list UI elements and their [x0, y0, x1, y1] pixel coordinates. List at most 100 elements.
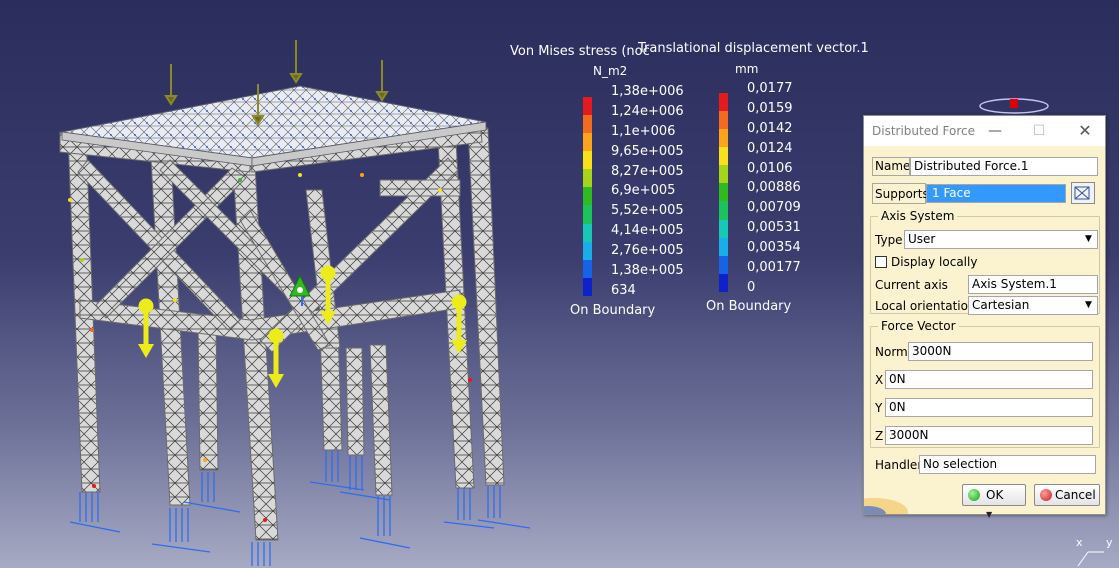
- displacement-color-scale: [719, 93, 728, 292]
- von-mises-legend-value: 1,1e+006: [611, 123, 676, 139]
- von-mises-color-segment: [583, 205, 592, 224]
- displacement-color-segment: [719, 201, 728, 220]
- von-mises-boundary-label: On Boundary: [570, 303, 656, 318]
- von-mises-legend-value: 8,27e+005: [611, 163, 684, 179]
- displacement-legend-value: 0,00354: [747, 240, 801, 256]
- displacement-legend-value: 0,0106: [747, 160, 793, 176]
- cancel-icon: [1040, 489, 1052, 501]
- von-mises-color-segment: [583, 259, 592, 278]
- current-axis-label: Current axis: [875, 278, 948, 292]
- von-mises-legend-value: 634: [611, 282, 636, 298]
- minimize-icon[interactable]: —: [982, 120, 1008, 142]
- von-mises-color-segment: [583, 277, 592, 296]
- displacement-legend-value: 0,00531: [747, 220, 801, 236]
- y-field[interactable]: 0N: [885, 398, 1093, 417]
- y-label: Y: [875, 401, 883, 415]
- supports-label-box: Supports: [872, 183, 929, 204]
- dialog-title: Distributed Force: [872, 124, 976, 138]
- von-mises-legend-value: 1,38e+005: [611, 263, 684, 279]
- displacement-legend-value: 0,00709: [747, 200, 801, 216]
- von-mises-color-segment: [583, 151, 592, 170]
- von-mises-legend-value: 2,76e+005: [611, 243, 684, 259]
- type-dropdown[interactable]: User ▼: [904, 230, 1098, 249]
- displacement-legend-title: Translational displacement vector.1: [638, 41, 869, 56]
- local-orientation-label: Local orientation: [875, 299, 976, 313]
- displacement-legend-values: 0,0177 0,0159 0,0142 0,0124 0,0106 0,00886 0,0…: [747, 79, 801, 298]
- ok-button[interactable]: OK: [962, 484, 1026, 506]
- type-label: Type: [875, 233, 903, 247]
- chevron-down-icon: ▼: [1085, 300, 1092, 310]
- z-label: Z: [875, 429, 884, 443]
- axis-system-group-title: Axis System: [878, 209, 958, 223]
- von-mises-legend-value: 1,38e+006: [611, 84, 684, 99]
- displacement-color-segment: [719, 111, 728, 130]
- chevron-down-icon: ▼: [1085, 234, 1092, 244]
- x-field[interactable]: 0N: [885, 370, 1093, 389]
- von-mises-color-segment: [583, 133, 592, 152]
- cancel-button[interactable]: Cancel: [1034, 484, 1100, 506]
- face-selection-button[interactable]: [1071, 182, 1095, 204]
- displacement-color-segment: [719, 273, 728, 292]
- compass-icon[interactable]: [978, 96, 1050, 116]
- local-orientation-value: Cartesian: [972, 298, 1030, 312]
- face-select-icon: [1074, 186, 1090, 200]
- displacement-legend-value: 0,0159: [747, 100, 793, 116]
- displacement-color-segment: [719, 237, 728, 256]
- handler-label: Handler: [875, 458, 923, 472]
- von-mises-color-segment: [583, 241, 592, 260]
- x-label: X: [875, 373, 884, 387]
- supports-field[interactable]: 1 Face: [926, 184, 1066, 203]
- force-vector-group-title: Force Vector: [878, 319, 959, 333]
- type-value: User: [908, 232, 936, 246]
- displacement-legend-unit: mm: [735, 62, 759, 76]
- norm-label: Norm: [875, 345, 908, 359]
- name-row: Name: [872, 157, 910, 176]
- ok-label: OK: [986, 488, 1004, 502]
- displacement-boundary-label: On Boundary: [706, 299, 792, 314]
- norm-field[interactable]: 3000N: [908, 342, 1093, 361]
- handler-field[interactable]: No selection: [919, 455, 1096, 474]
- dialog-titlebar[interactable]: Distributed Force — ☐ ✕: [864, 116, 1105, 146]
- displacement-color-segment: [719, 93, 728, 112]
- von-mises-color-segment: [583, 169, 592, 188]
- von-mises-legend-value: 1,24e+006: [611, 103, 684, 119]
- dialog-resize-chevron-icon[interactable]: ▼: [986, 511, 998, 519]
- von-mises-color-segment: [583, 97, 592, 116]
- triad-x-label: x: [1076, 536, 1083, 549]
- von-mises-legend-value: 4,14e+005: [611, 223, 684, 239]
- displacement-color-segment: [719, 219, 728, 238]
- displacement-legend-value: 0: [747, 279, 756, 295]
- display-locally-checkbox[interactable]: [875, 256, 887, 268]
- displacement-legend-value: 0,00177: [747, 260, 801, 276]
- von-mises-color-segment: [583, 223, 592, 242]
- displacement-color-segment: [719, 165, 728, 184]
- von-mises-color-segment: [583, 187, 592, 206]
- von-mises-color-scale: [583, 97, 592, 296]
- von-mises-legend-value: 9,65e+005: [611, 143, 684, 159]
- dialog-corner-graphic: [864, 498, 908, 514]
- close-icon[interactable]: ✕: [1072, 120, 1098, 142]
- axis-triad[interactable]: x y: [1066, 532, 1116, 568]
- local-orientation-dropdown[interactable]: Cartesian ▼: [968, 296, 1098, 315]
- von-mises-legend-title: Von Mises stress (noc: [510, 44, 650, 59]
- von-mises-legend-values: 1,38e+006 1,24e+006 1,1e+006 9,65e+005 8,27e…: [611, 82, 684, 301]
- von-mises-legend-unit: N_m2: [593, 64, 628, 78]
- von-mises-legend-value: 5,52e+005: [611, 203, 684, 219]
- maximize-icon[interactable]: ☐: [1026, 120, 1052, 142]
- triad-y-label: y: [1106, 536, 1113, 549]
- displacement-legend-value: 0,0142: [747, 120, 793, 136]
- name-field[interactable]: Distributed Force.1: [910, 157, 1098, 176]
- ok-icon: [968, 489, 980, 501]
- z-field[interactable]: 3000N: [885, 426, 1093, 445]
- supports-label: Supports: [875, 187, 929, 201]
- current-axis-field[interactable]: Axis System.1: [968, 275, 1098, 294]
- name-label: Name: [875, 159, 910, 173]
- displacement-color-segment: [719, 129, 728, 148]
- displacement-legend-value: 0,0124: [747, 140, 793, 156]
- displacement-legend-value: 0,00886: [747, 180, 801, 196]
- displacement-color-segment: [719, 147, 728, 166]
- von-mises-legend-value: 6,9e+005: [611, 183, 676, 199]
- cancel-label: Cancel: [1055, 488, 1096, 502]
- displacement-color-segment: [719, 255, 728, 274]
- distributed-force-dialog[interactable]: Distributed Force — ☐ ✕ Name Distributed…: [863, 115, 1106, 515]
